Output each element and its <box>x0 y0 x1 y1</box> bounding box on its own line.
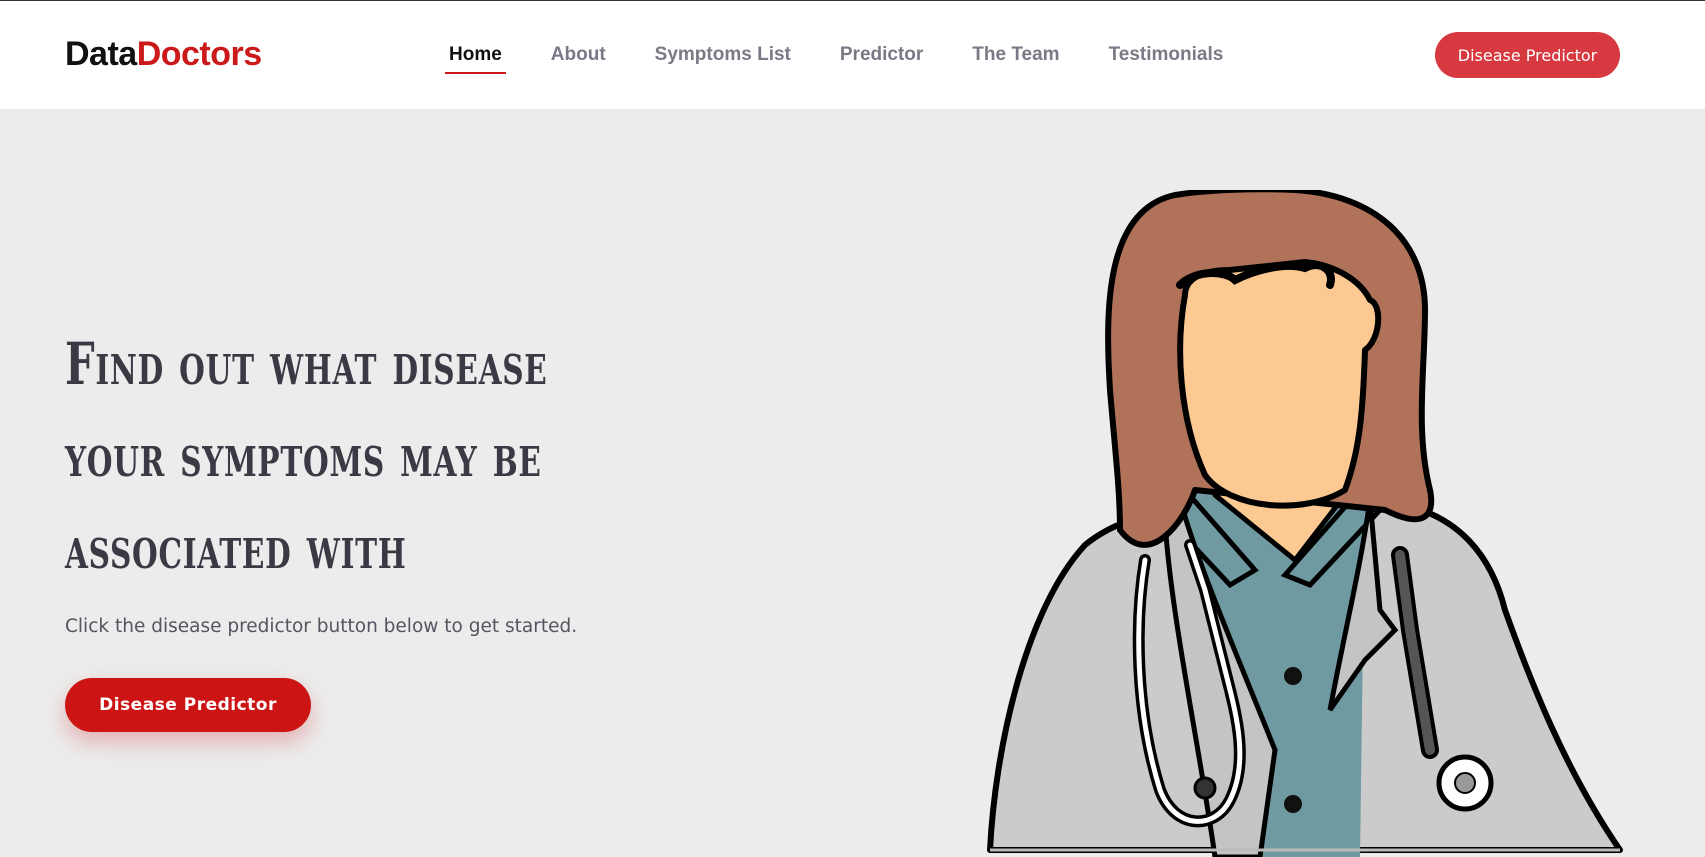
hero-subtitle: Click the disease predictor button below… <box>65 616 578 637</box>
hero-title-line-3: associated with <box>65 514 407 582</box>
site-header: DataDoctors Home About Symptoms List Pre… <box>0 1 1705 109</box>
hero-title-line-1: Find out what disease <box>65 330 548 398</box>
doctor-illustration <box>987 190 1623 857</box>
brand-logo-part1: Data <box>65 35 137 73</box>
nav-item-predictor[interactable]: Predictor <box>836 41 927 74</box>
nav-item-about[interactable]: About <box>547 41 610 74</box>
main-nav: Home About Symptoms List Predictor The T… <box>445 41 1268 74</box>
hero-title-line-2: your symptoms may be <box>65 422 542 490</box>
nav-item-home[interactable]: Home <box>445 41 506 74</box>
hero-disease-predictor-button[interactable]: Disease Predictor <box>65 678 311 732</box>
brand-logo-part2: Doctors <box>136 35 262 73</box>
nav-item-symptoms-list[interactable]: Symptoms List <box>651 41 795 74</box>
nav-item-testimonials[interactable]: Testimonials <box>1105 41 1228 74</box>
nav-item-the-team[interactable]: The Team <box>968 41 1063 74</box>
brand-logo[interactable]: DataDoctors <box>65 35 262 74</box>
header-disease-predictor-button[interactable]: Disease Predictor <box>1435 32 1620 78</box>
hero-title: Find out what disease your symptoms may … <box>65 318 627 594</box>
